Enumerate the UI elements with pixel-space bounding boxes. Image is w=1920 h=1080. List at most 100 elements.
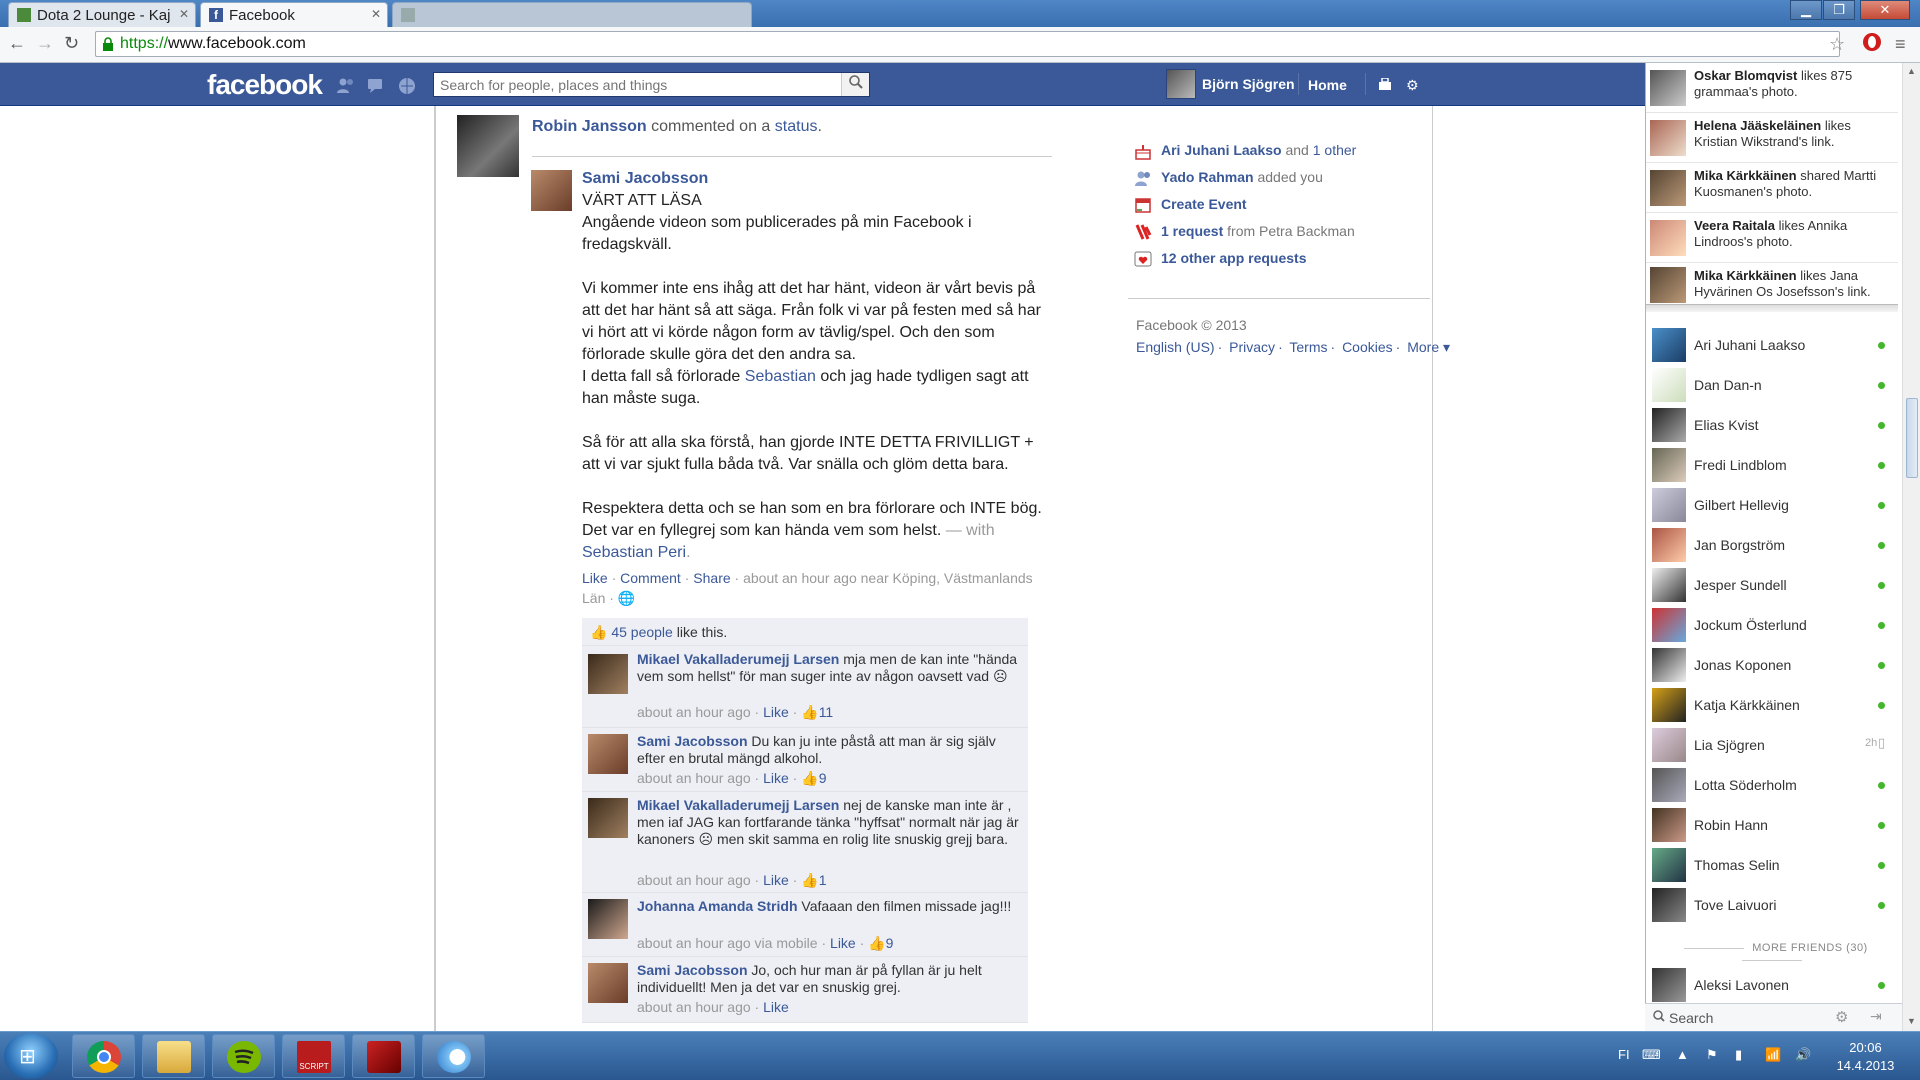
close-icon[interactable]: ✕ — [371, 7, 381, 21]
comment-author[interactable]: Mikael Vakalladerumejj Larsen — [637, 651, 839, 667]
settings-gear-icon[interactable]: ⚙ — [1406, 77, 1419, 94]
privacy-shortcuts-icon[interactable] — [1378, 77, 1392, 93]
menu-icon[interactable]: ≡ — [1895, 34, 1906, 55]
footer-link-terms[interactable]: Terms — [1289, 339, 1327, 355]
footer-link-language[interactable]: English (US) — [1136, 339, 1215, 355]
scroll-down-arrow-icon[interactable]: ▼ — [1907, 1016, 1916, 1026]
scroll-up-arrow-icon[interactable]: ▲ — [1907, 66, 1916, 76]
chat-friend[interactable]: Lotta Söderholm — [1646, 765, 1898, 805]
comment-likes[interactable]: 👍9 — [868, 935, 893, 951]
like-link[interactable]: Like — [763, 770, 789, 786]
app-requests-link[interactable]: 12 other app requests — [1128, 248, 1428, 275]
profile-link[interactable]: Björn Sjögren — [1166, 69, 1295, 99]
reload-icon[interactable]: ↻ — [64, 33, 79, 54]
taskbar-app[interactable] — [422, 1034, 485, 1078]
ticker-item[interactable]: Mika Kärkkäinen likes Jana Hyvärinen Os … — [1646, 263, 1898, 305]
ticker-item[interactable]: Veera Raitala likes Annika Lindroos's ph… — [1646, 213, 1898, 263]
chat-friend[interactable]: Tove Laivuori — [1646, 885, 1898, 925]
friend-added-notice[interactable]: Yado Rahman added you — [1128, 167, 1428, 194]
like-link[interactable]: Like — [763, 999, 789, 1015]
footer-link-more[interactable]: More ▾ — [1407, 339, 1450, 355]
start-button[interactable]: ⊞ — [4, 1033, 58, 1079]
ticker-item[interactable]: Helena Jääskeläinen likes Kristian Wikst… — [1646, 113, 1898, 163]
comment-author[interactable]: Mikael Vakalladerumejj Larsen — [637, 797, 839, 813]
birthday-reminder[interactable]: Ari Juhani Laakso and 1 other — [1128, 140, 1428, 167]
taskbar-chrome[interactable] — [72, 1034, 135, 1078]
search-button[interactable] — [841, 73, 869, 96]
chat-friend[interactable]: Ari Juhani Laakso — [1646, 325, 1898, 365]
comment-link[interactable]: Comment — [620, 570, 681, 586]
chat-friend[interactable]: Jockum Österlund — [1646, 605, 1898, 645]
chat-friend[interactable]: Jonas Koponen — [1646, 645, 1898, 685]
chat-friend[interactable]: Katja Kärkkäinen — [1646, 685, 1898, 725]
like-link[interactable]: Like — [582, 570, 608, 586]
home-link[interactable]: Home — [1308, 77, 1347, 93]
tab-blurred[interactable] — [392, 2, 752, 27]
taskbar-clock[interactable]: 20:06 14.4.2013 — [1818, 1039, 1913, 1075]
input-language[interactable]: FI — [1618, 1047, 1630, 1062]
avatar[interactable] — [457, 115, 519, 177]
notifications-globe-icon[interactable] — [398, 77, 416, 94]
like-link[interactable]: Like — [763, 704, 789, 720]
tag-link[interactable]: Sebastian — [745, 368, 816, 385]
messages-icon[interactable] — [367, 77, 385, 93]
avatar[interactable] — [588, 899, 628, 939]
likers-link[interactable]: 45 people — [611, 624, 673, 640]
comment-likes[interactable]: 👍9 — [801, 770, 826, 786]
chat-friend[interactable]: Gilbert Hellevig — [1646, 485, 1898, 525]
tab-facebook[interactable]: f Facebook ✕ — [200, 2, 388, 27]
page-scrollbar[interactable]: ▲ ▼ — [1902, 63, 1920, 1031]
chat-options-gear-icon[interactable]: ⚙ — [1835, 1008, 1848, 1026]
footer-link-cookies[interactable]: Cookies — [1342, 339, 1393, 355]
taskbar-spotify[interactable] — [212, 1034, 275, 1078]
comment-author[interactable]: Sami Jacobsson — [637, 733, 748, 749]
like-link[interactable]: Like — [830, 935, 856, 951]
facebook-logo[interactable]: facebook — [207, 69, 323, 101]
taskbar-dota2[interactable] — [352, 1034, 415, 1078]
comment-author[interactable]: Johanna Amanda Stridh — [637, 898, 798, 914]
battery-icon[interactable]: ▮ — [1735, 1047, 1742, 1063]
opera-extension-icon[interactable] — [1862, 32, 1882, 57]
with-link[interactable]: Sebastian Peri — [582, 544, 686, 561]
action-center-flag-icon[interactable]: ⚑ — [1706, 1047, 1718, 1063]
create-event-link[interactable]: Create Event — [1128, 194, 1428, 221]
chat-search-bar[interactable]: Search ⚙ ⇥ — [1645, 1003, 1902, 1031]
status-link[interactable]: status — [775, 118, 818, 135]
chat-friend[interactable]: Elias Kvist — [1646, 405, 1898, 445]
chat-friend[interactable]: Dan Dan-n — [1646, 365, 1898, 405]
window-close-button[interactable]: ✕ — [1860, 0, 1910, 20]
search-input[interactable] — [434, 73, 834, 96]
avatar[interactable] — [531, 170, 572, 211]
ticker-item[interactable]: Oskar Blomqvist likes 875 grammaa's phot… — [1646, 63, 1898, 113]
ticker-resize-handle[interactable] — [1646, 304, 1898, 312]
address-bar[interactable]: https://www.facebook.com — [95, 31, 1840, 57]
avatar[interactable] — [588, 798, 628, 838]
post-author[interactable]: Sami Jacobsson — [582, 168, 1052, 190]
chat-friend[interactable]: Jesper Sundell — [1646, 565, 1898, 605]
network-signal-icon[interactable]: 📶 — [1765, 1047, 1781, 1063]
app-request[interactable]: 1 request from Petra Backman — [1128, 221, 1428, 248]
chat-popout-icon[interactable]: ⇥ — [1870, 1008, 1882, 1025]
taskbar-explorer[interactable] — [142, 1034, 205, 1078]
chat-search-label[interactable]: Search — [1669, 1010, 1713, 1026]
maximize-button[interactable]: ❐ — [1823, 0, 1855, 20]
comment-likes[interactable]: 👍1 — [801, 872, 826, 888]
scrollbar-thumb[interactable] — [1906, 398, 1918, 478]
comment-author[interactable]: Sami Jacobsson — [637, 962, 748, 978]
chat-friend[interactable]: Thomas Selin — [1646, 845, 1898, 885]
like-link[interactable]: Like — [763, 872, 789, 888]
bookmark-star-icon[interactable]: ☆ — [1829, 34, 1845, 55]
actor-link[interactable]: Robin Jansson — [532, 118, 647, 135]
avatar[interactable] — [588, 654, 628, 694]
footer-link-privacy[interactable]: Privacy — [1229, 339, 1275, 355]
chat-friend[interactable]: Jan Borgström — [1646, 525, 1898, 565]
chat-friend[interactable]: Lia Sjögren 2h ▯ — [1646, 725, 1898, 765]
chat-friend[interactable]: Robin Hann — [1646, 805, 1898, 845]
share-link[interactable]: Share — [693, 570, 730, 586]
friend-requests-icon[interactable] — [337, 77, 355, 93]
volume-icon[interactable]: 🔊 — [1795, 1047, 1811, 1063]
forward-icon[interactable]: → — [36, 33, 54, 54]
avatar[interactable] — [588, 734, 628, 774]
chat-friend[interactable]: Aleksi Lavonen — [1646, 965, 1898, 1005]
tab-dota2lounge[interactable]: Dota 2 Lounge - Kaj ✕ — [8, 2, 196, 27]
